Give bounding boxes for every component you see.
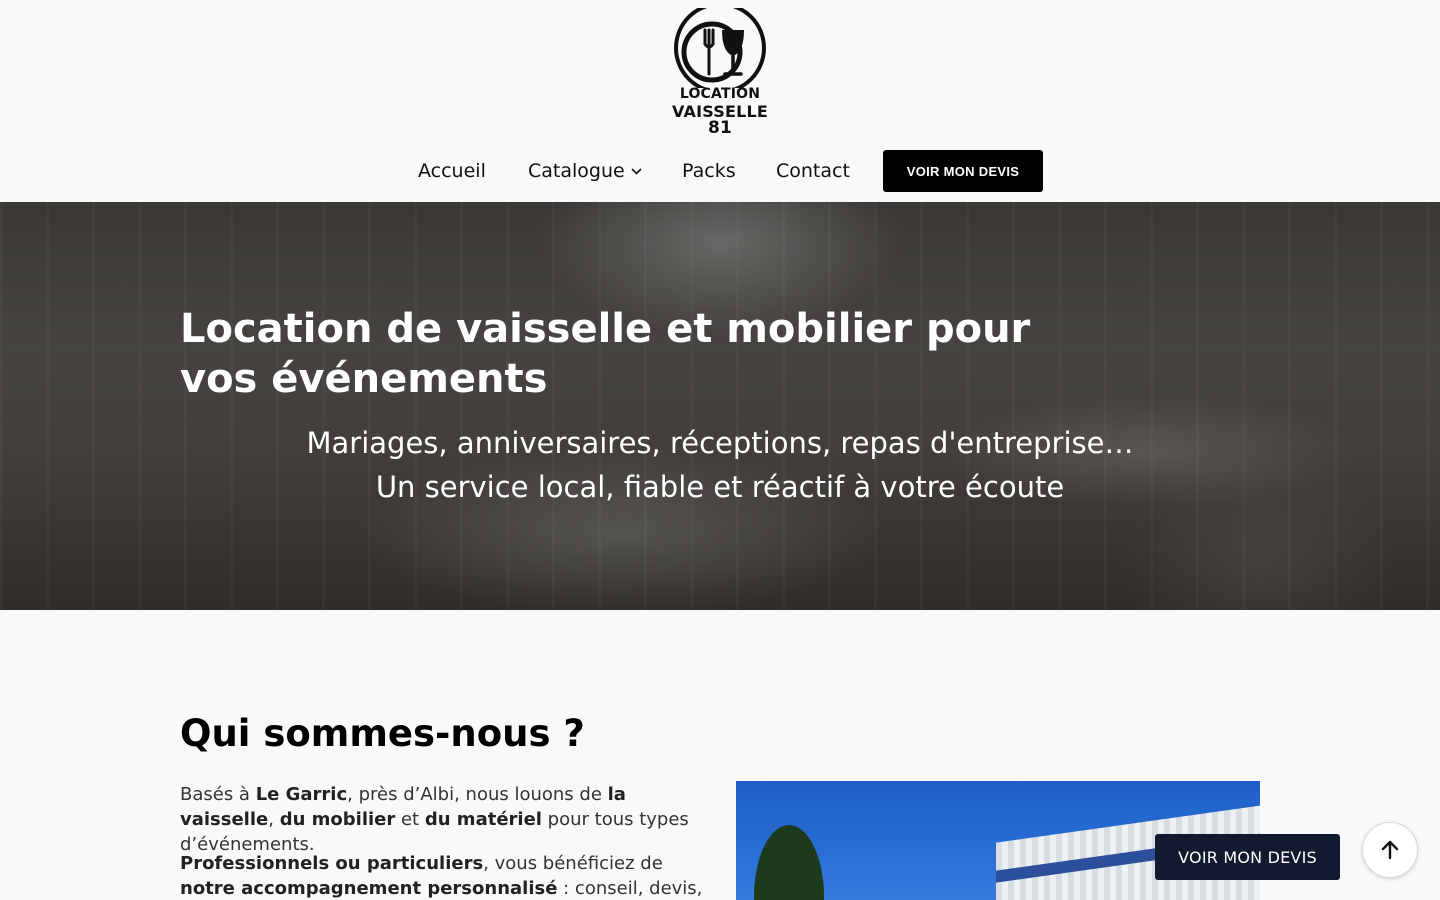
logo-text-location: LOCATION xyxy=(679,86,761,102)
nav-item-accueil[interactable]: Accueil xyxy=(418,160,486,182)
nav-item-packs[interactable]: Packs xyxy=(682,160,736,182)
about-p2-text-1: , vous bénéficiez de xyxy=(483,853,663,874)
about-p1-text-1: Basés à xyxy=(180,784,256,805)
about-p1-text-2: , près d’Albi, nous louons de xyxy=(347,784,608,805)
about-p2-bold-1: Professionnels ou particuliers xyxy=(180,853,484,874)
nav-item-catalogue-label: Catalogue xyxy=(528,160,625,182)
about-p1-bold-3: du mobilier xyxy=(279,809,396,830)
hero-banner: Location de vaisselle et mobilier pour v… xyxy=(0,202,1440,610)
main-nav: Accueil Catalogue Packs Contact VOIR MON… xyxy=(0,150,1440,192)
about-p1-text-3: , xyxy=(268,809,280,830)
logo-text-81: 81 xyxy=(707,118,733,138)
about-p1-bold-4: du matériel xyxy=(424,809,542,830)
about-title: Qui sommes-nous ? xyxy=(180,712,585,755)
site-logo[interactable]: LOCATION VAISSELLE 81 xyxy=(670,8,770,144)
hero-subtitle-line2: Un service local, fiable et réactif à vo… xyxy=(375,470,1065,504)
site-header: LOCATION VAISSELLE 81 Accueil Catalogue … xyxy=(0,0,1440,202)
floating-devis-button[interactable]: VOIR MON DEVIS xyxy=(1155,834,1340,880)
nav-item-catalogue[interactable]: Catalogue xyxy=(528,160,642,182)
arrow-up-icon xyxy=(1381,840,1399,860)
hero-subtitle-line1: Mariages, anniversaires, réceptions, rep… xyxy=(306,426,1134,460)
hero-title: Location de vaisselle et mobilier pour v… xyxy=(180,306,1031,402)
about-paragraph-1: Basés à Le Garric, près d’Albi, nous lou… xyxy=(180,782,720,857)
about-p1-text-4: et xyxy=(395,809,425,830)
about-p2-bold-2: notre accompagnement personnalisé xyxy=(180,878,558,899)
scroll-to-top-button[interactable] xyxy=(1362,822,1418,878)
about-paragraph-2: Professionnels ou particuliers, vous bén… xyxy=(180,851,720,900)
plate-glass-logo-icon xyxy=(674,8,766,88)
header-devis-button[interactable]: VOIR MON DEVIS xyxy=(883,150,1043,192)
about-p1-bold-1: Le Garric xyxy=(255,784,348,805)
chevron-down-icon xyxy=(631,168,642,175)
nav-item-contact[interactable]: Contact xyxy=(776,160,850,182)
photo-tree xyxy=(754,825,824,900)
